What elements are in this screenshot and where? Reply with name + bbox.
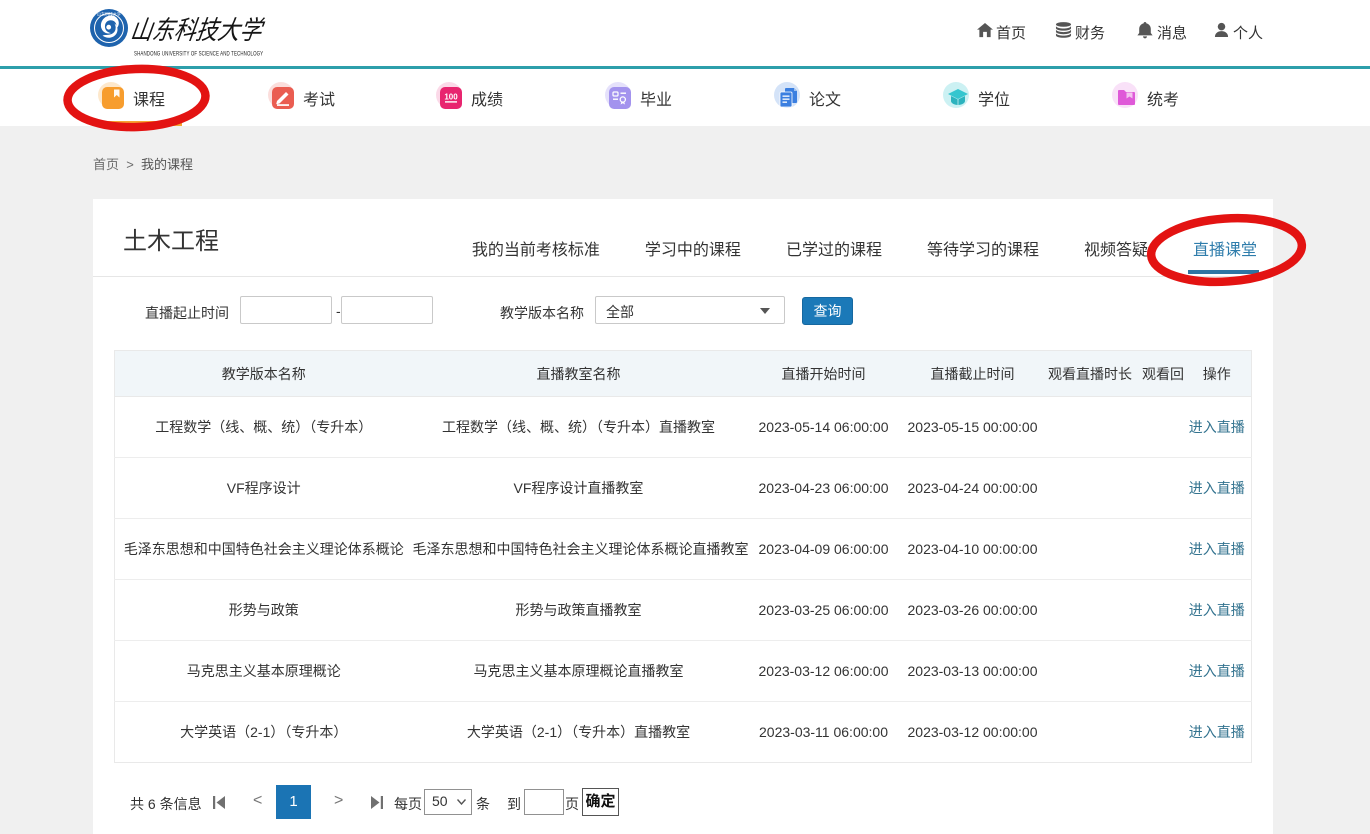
svg-text:100: 100 bbox=[444, 92, 458, 101]
